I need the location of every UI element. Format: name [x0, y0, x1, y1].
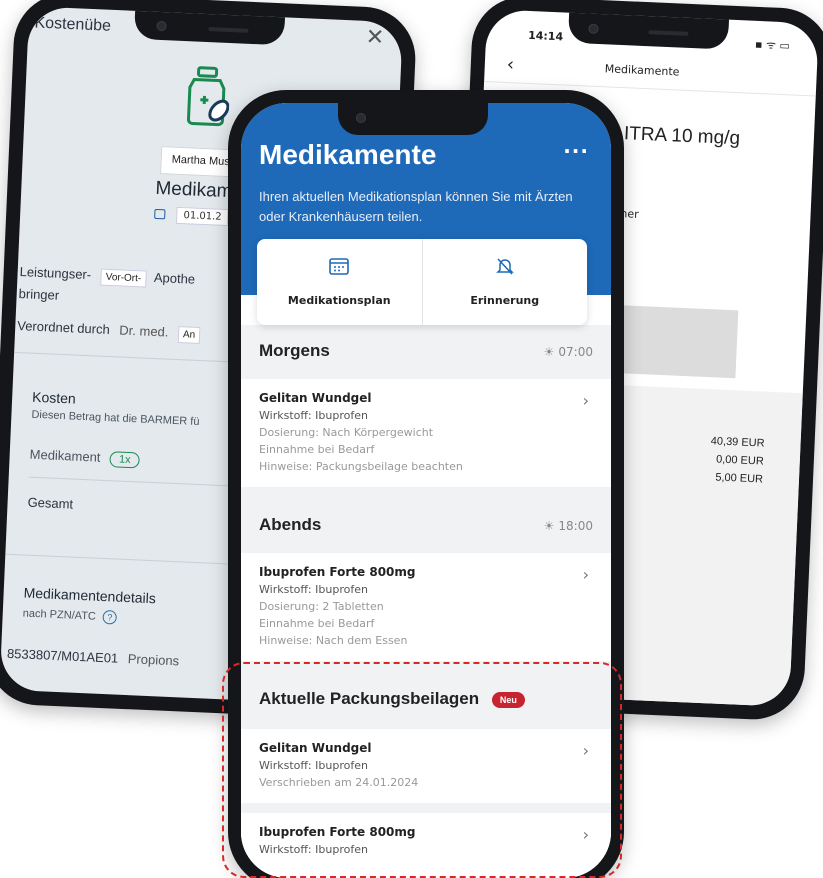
- chevron-right-icon: ›: [582, 391, 589, 410]
- pzn-row: 8533807/M01AE01 Propions: [7, 646, 180, 668]
- close-icon[interactable]: ✕: [365, 25, 385, 51]
- image-placeholder: [613, 305, 739, 379]
- prescribed-row: Verordnet durch Dr. med. An: [17, 318, 201, 344]
- prescribed-label: Verordnet durch: [17, 318, 111, 338]
- medication-card-morning[interactable]: Gelitan Wundgel Wirkstoff: Ibuprofen Dos…: [241, 379, 611, 487]
- nav-title: Medikamente: [604, 62, 680, 79]
- dosage: Dosierung: 2 Tabletten: [259, 600, 384, 613]
- calendar-icon: [154, 208, 166, 220]
- help-icon[interactable]: ?: [102, 610, 118, 625]
- section-morning-heading: Morgens: [259, 341, 330, 360]
- medicine-bottle-icon: [186, 66, 230, 127]
- medication-label: Medikament: [29, 446, 101, 465]
- reminder-button[interactable]: Erinnerung: [421, 239, 588, 325]
- evening-time-value: 18:00: [558, 519, 593, 533]
- substance: Wirkstoff: Ibuprofen: [259, 583, 368, 596]
- medication-name: Ibuprofen Forte 800mg: [259, 565, 416, 579]
- speaker: [208, 27, 249, 33]
- camera-icon: [156, 20, 167, 32]
- prescribed-chip: An: [177, 326, 201, 344]
- status-icons: ▪ ᯤ ▭: [754, 37, 791, 53]
- amount-3: 5,00 EUR: [715, 471, 764, 486]
- camera-icon: [356, 113, 366, 123]
- calendar-icon: [329, 258, 350, 275]
- bell-off-icon: [495, 258, 514, 275]
- medication-name: Gelitan Wundgel: [259, 391, 372, 405]
- date-row: 01.01.2: [154, 206, 229, 227]
- section-evening-heading: Abends: [259, 515, 322, 534]
- intake: Einnahme bei Bedarf: [259, 617, 375, 630]
- action-label: Erinnerung: [470, 294, 540, 307]
- chevron-right-icon: ›: [582, 565, 589, 584]
- left-screen-title: Kostenübe: [34, 14, 112, 35]
- provider-row: Leistungser- Vor-Ort- Apothe: [19, 264, 195, 290]
- page-title: Medikamente: [259, 139, 437, 170]
- dosage: Dosierung: Nach Körpergewicht: [259, 426, 434, 439]
- medication-plan-button[interactable]: Medikationsplan: [257, 239, 422, 325]
- pzn-code: 8533807/M01AE01: [6, 645, 119, 666]
- highlight-frame: [222, 662, 622, 878]
- details-sub-text: nach PZN/ATC: [22, 607, 97, 623]
- speaker: [648, 30, 689, 36]
- date-value: 01.01.2: [176, 206, 229, 227]
- evening-time: ☀ 18:00: [544, 519, 593, 533]
- medication-card-evening[interactable]: Ibuprofen Forte 800mg Wirkstoff: Ibuprof…: [241, 553, 611, 661]
- details-label: Medikamentendetails: [23, 584, 157, 607]
- morning-time-value: 07:00: [558, 345, 593, 359]
- header-subtitle: Ihren aktuellen Medikationsplan können S…: [259, 189, 573, 224]
- amount-1: 40,39 EUR: [710, 435, 765, 450]
- details-sub: nach PZN/ATC ?: [22, 607, 118, 625]
- drug-name: ITRA 10 mg/g: [623, 123, 741, 150]
- pzn-suffix: Propions: [127, 651, 180, 669]
- action-label: Medikationsplan: [287, 294, 391, 307]
- costs-label: Kosten: [31, 388, 77, 407]
- sunrise-icon: ☀: [543, 345, 555, 359]
- quick-actions: Medikationsplan Erinnerung: [257, 239, 587, 325]
- provider-chip: Vor-Ort-: [100, 268, 147, 288]
- substance: Wirkstoff: Ibuprofen: [259, 409, 368, 422]
- total-label: Gesamt: [27, 494, 74, 512]
- left-heading: Medikam: [154, 177, 233, 203]
- composite-stage: Kostenübe ✕ Martha Mus Medikam 01.01.2 L…: [0, 0, 823, 878]
- costs-description: Diesen Betrag hat die BARMER fü: [31, 408, 200, 429]
- notch: [338, 103, 488, 135]
- medication-row: Medikament 1x: [29, 447, 140, 469]
- notes: Hinweise: Nach dem Essen: [259, 634, 408, 647]
- back-icon[interactable]: ‹: [506, 54, 514, 75]
- sunset-icon: ☀: [543, 519, 555, 533]
- medication-count-badge: 1x: [109, 451, 140, 469]
- provider-label: Leistungser-: [19, 264, 92, 283]
- notes: Hinweise: Packungsbeilage beachten: [259, 460, 463, 473]
- more-options-icon[interactable]: ···: [563, 139, 589, 163]
- provider-value: Apothe: [153, 269, 196, 287]
- amount-2: 0,00 EUR: [715, 453, 765, 468]
- camera-icon: [588, 23, 599, 34]
- morning-time: ☀ 07:00: [544, 345, 593, 359]
- intake: Einnahme bei Bedarf: [259, 443, 375, 456]
- prescribed-value: Dr. med.: [119, 322, 169, 340]
- provider-label-cont: bringer: [18, 286, 60, 303]
- status-time: 14:14: [527, 28, 564, 44]
